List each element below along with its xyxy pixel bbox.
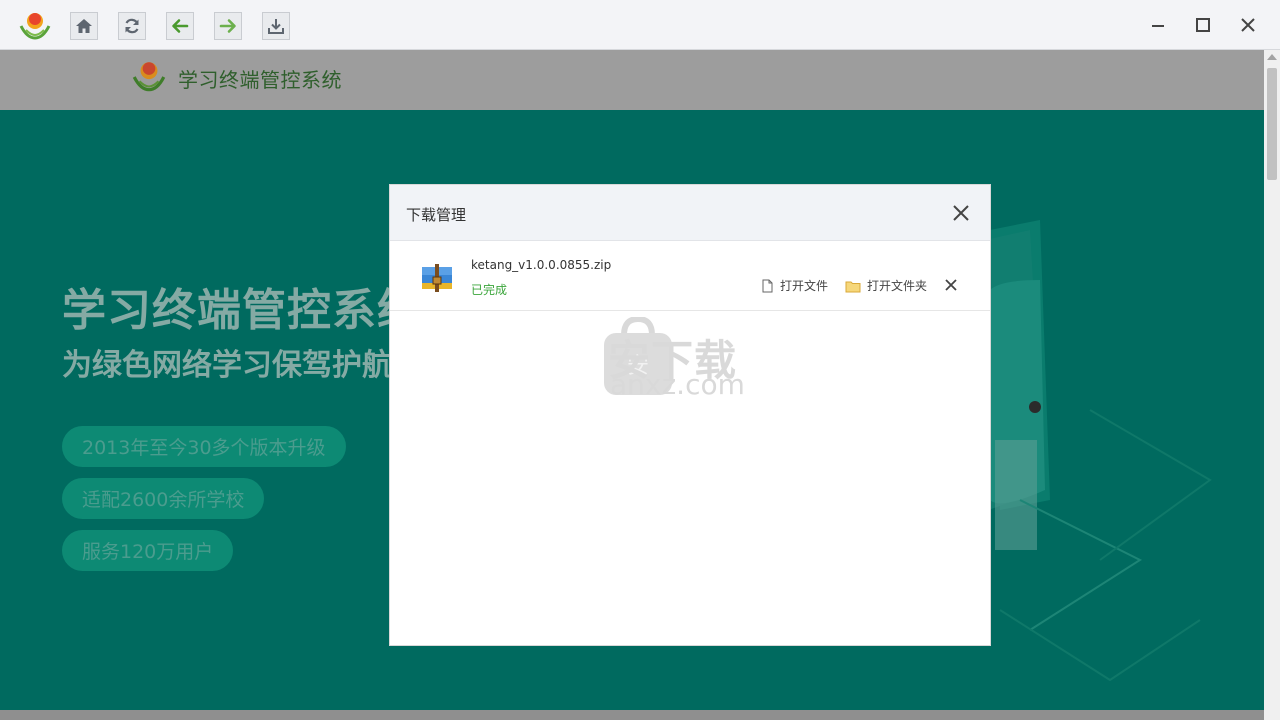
bottom-edge	[0, 710, 1264, 720]
download-item: ketang_v1.0.0.0855.zip 已完成 打开文件 打开文件夹	[390, 241, 990, 311]
forward-arrow-icon	[219, 19, 236, 33]
back-arrow-icon	[172, 19, 189, 33]
site-logo-icon	[132, 62, 166, 92]
scroll-up-arrow-icon[interactable]	[1267, 54, 1277, 60]
feature-pill-schools: 适配2600余所学校	[62, 478, 265, 519]
home-icon	[76, 19, 92, 33]
dialog-close-icon[interactable]	[950, 202, 972, 224]
feature-pill-users: 服务120万用户	[62, 530, 234, 571]
close-icon	[1241, 18, 1255, 32]
refresh-icon	[125, 18, 139, 34]
site-title: 学习终端管控系统	[178, 68, 342, 92]
file-icon	[762, 279, 773, 292]
download-manager-dialog: 下载管理 ketang_v1.0.0.0855.zip 已完成 打开文件 打开文	[390, 185, 990, 645]
open-file-label: 打开文件	[780, 279, 829, 293]
download-status: 已完成	[471, 283, 508, 297]
site-header: 学习终端管控系统	[0, 50, 1264, 110]
back-button[interactable]	[166, 12, 194, 40]
maximize-button[interactable]	[1190, 12, 1216, 38]
minimize-button[interactable]	[1145, 12, 1171, 38]
app-title-bar	[0, 0, 1280, 50]
open-folder-label: 打开文件夹	[867, 279, 928, 293]
app-logo-icon	[19, 13, 51, 40]
vertical-scrollbar[interactable]	[1264, 50, 1280, 720]
watermark-text-en: anxz.com	[610, 368, 745, 401]
home-button[interactable]	[70, 12, 98, 40]
dialog-title: 下载管理	[406, 206, 467, 224]
minimize-icon	[1152, 25, 1164, 27]
remove-item-icon[interactable]	[942, 276, 960, 294]
dialog-header: 下载管理	[390, 185, 990, 241]
hero-title: 学习终端管控系统	[62, 285, 422, 336]
close-window-button[interactable]	[1235, 12, 1261, 38]
forward-button[interactable]	[214, 12, 242, 40]
download-icon	[268, 19, 284, 34]
download-filename: ketang_v1.0.0.0855.zip	[471, 258, 612, 272]
maximize-icon	[1196, 18, 1210, 32]
feature-pill-versions: 2013年至今30多个版本升级	[62, 426, 346, 467]
hero-subtitle: 为绿色网络学习保驾护航	[62, 348, 392, 383]
download-manager-button[interactable]	[262, 12, 290, 40]
open-file-button[interactable]: 打开文件	[760, 277, 828, 294]
folder-icon	[845, 281, 861, 292]
zip-archive-icon	[422, 264, 452, 292]
refresh-button[interactable]	[118, 12, 146, 40]
scrollbar-thumb[interactable]	[1267, 68, 1277, 180]
open-folder-button[interactable]: 打开文件夹	[845, 277, 927, 294]
